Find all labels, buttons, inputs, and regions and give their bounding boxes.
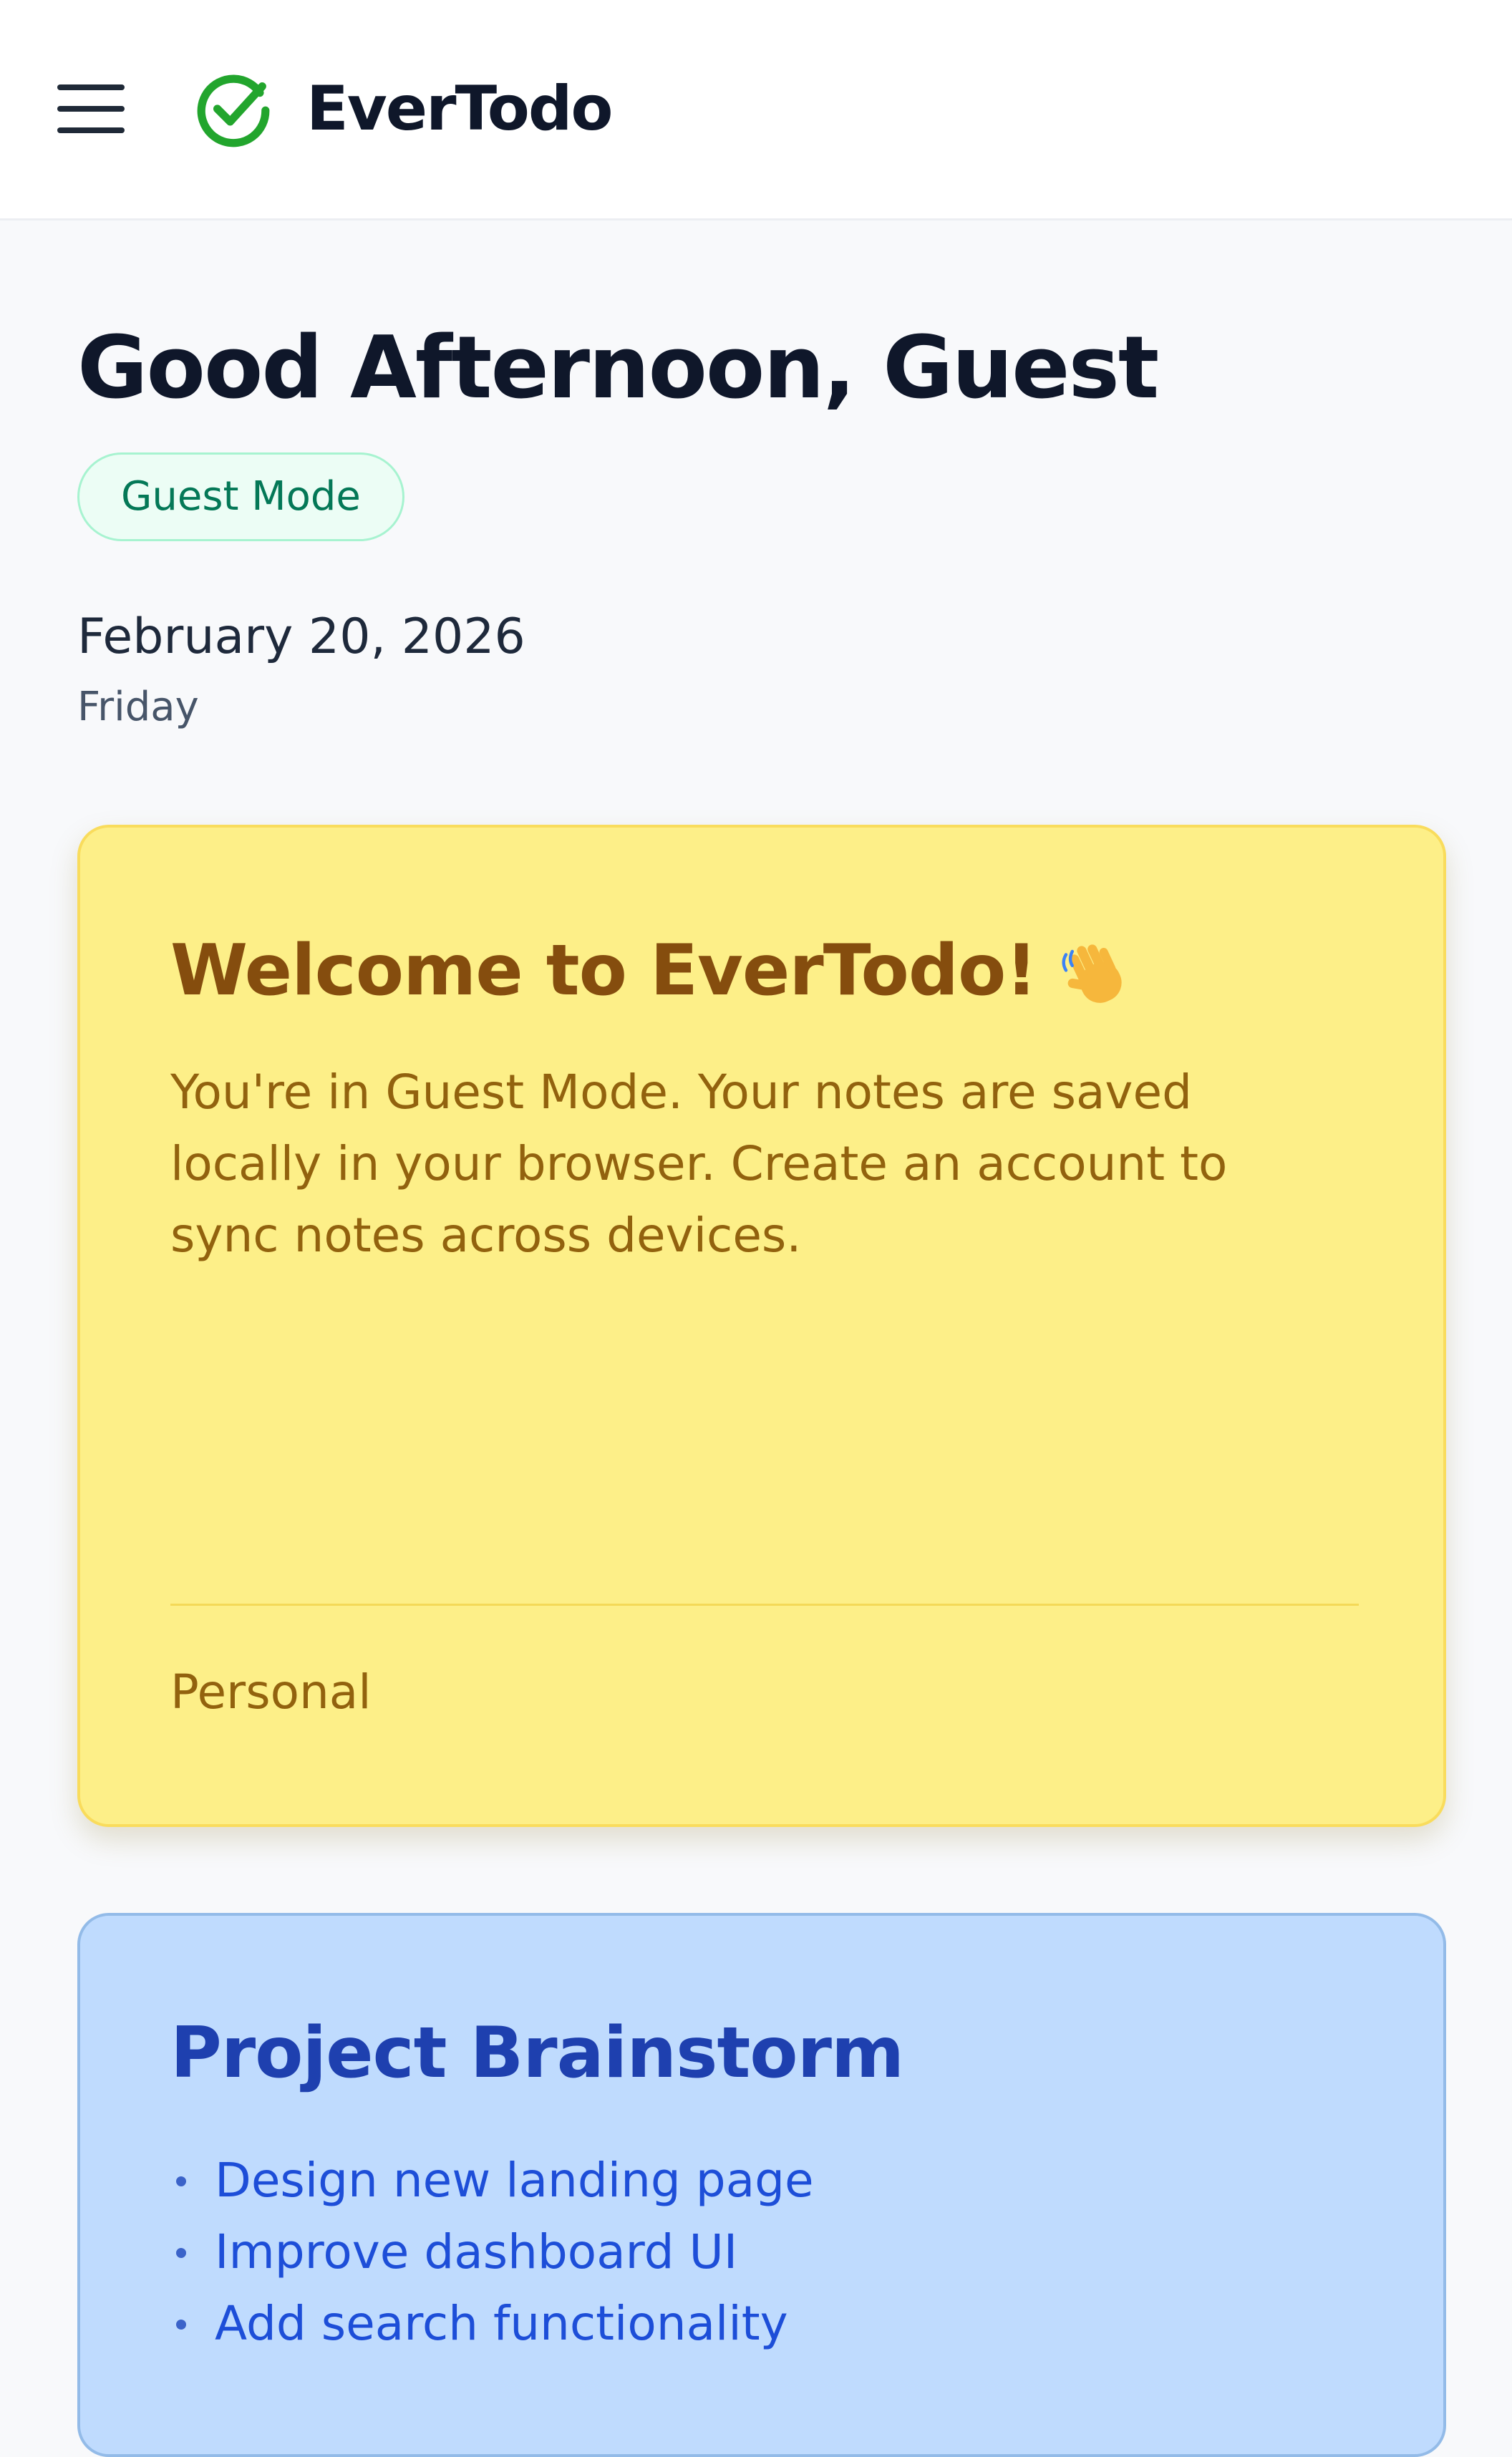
note-tag[interactable]: Personal <box>170 1661 372 1724</box>
app-header: EverTodo <box>0 0 1512 220</box>
waving-hand-icon <box>1062 944 1122 1004</box>
brand-name[interactable]: EverTodo <box>306 69 614 149</box>
bullet-icon <box>176 2320 186 2330</box>
list-item: Design new landing page <box>170 2145 814 2216</box>
guest-mode-badge: Guest Mode <box>77 452 404 541</box>
current-weekday: Friday <box>77 684 199 730</box>
note-card-project-brainstorm[interactable]: Project Brainstorm Design new landing pa… <box>77 1913 1446 2457</box>
list-item: Improve dashboard UI <box>170 2216 814 2288</box>
note-title: Project Brainstorm <box>170 2012 904 2094</box>
note-card-welcome[interactable]: Welcome to EverTodo! You're in Guest Mod… <box>77 825 1446 1827</box>
bullet-icon <box>176 2248 186 2258</box>
note-title-text: Welcome to EverTodo! <box>170 930 1037 1012</box>
note-checklist: Design new landing page Improve dashboar… <box>170 2145 814 2360</box>
hamburger-menu-icon[interactable] <box>57 84 125 133</box>
greeting-heading: Good Afternoon, Guest <box>77 319 1159 418</box>
list-item: Add search functionality <box>170 2288 814 2360</box>
list-item-text: Add search functionality <box>215 2296 788 2351</box>
note-divider <box>170 1604 1359 1606</box>
check-circle-icon <box>197 74 270 147</box>
list-item-text: Improve dashboard UI <box>215 2224 738 2279</box>
current-date: February 20, 2026 <box>77 609 525 665</box>
note-body: You're in Guest Mode. Your notes are sav… <box>170 1065 1228 1263</box>
note-title: Welcome to EverTodo! <box>170 926 1137 1015</box>
list-item-text: Design new landing page <box>215 2153 814 2208</box>
bullet-icon <box>176 2176 186 2186</box>
